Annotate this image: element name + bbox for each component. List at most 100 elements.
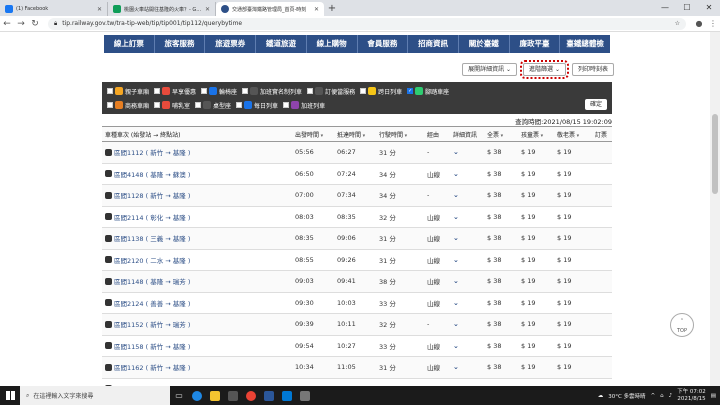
train-cell[interactable]: 區間1138 ( 三義 → 基隆 ) xyxy=(102,227,292,250)
menu-item-travel-tickets[interactable]: 旅遊票券 xyxy=(205,35,257,53)
train-link[interactable]: 區間1148 ( 基隆 → 瑞芳 ) xyxy=(105,276,292,286)
file-explorer-icon[interactable] xyxy=(206,386,224,405)
minimize-button[interactable]: — xyxy=(654,0,676,16)
chevron-down-icon[interactable]: ⌄ xyxy=(453,342,459,350)
col-departure[interactable]: 出發時間 xyxy=(292,126,334,142)
checkbox[interactable] xyxy=(107,88,113,94)
weather-text[interactable]: 30°C 多雲時晴 xyxy=(608,392,645,400)
train-cell[interactable]: 區間1158 ( 新竹 → 基隆 ) xyxy=(102,335,292,357)
chevron-down-icon[interactable]: ⌄ xyxy=(453,256,459,264)
train-cell[interactable]: 區間2120 ( 二水 → 基隆 ) xyxy=(102,249,292,271)
col-child-fare[interactable]: 孩童票 xyxy=(518,126,554,142)
filter-bicycle[interactable]: 腳踏車座 xyxy=(407,87,449,96)
confirm-button[interactable]: 確定 xyxy=(584,99,607,110)
expand-details-button[interactable]: 展開詳細資訊 ⌄ xyxy=(462,63,518,76)
chevron-down-icon[interactable]: ⌄ xyxy=(453,320,459,328)
filter-early-bird[interactable]: 早享優惠 xyxy=(154,87,196,96)
filter-daily[interactable]: 每日列車 xyxy=(236,101,278,110)
menu-item-review[interactable]: 臺鐵總體檢 xyxy=(560,35,610,53)
train-cell[interactable]: 區間1148 ( 基隆 → 瑞芳 ) xyxy=(102,270,292,293)
train-cell[interactable]: 區間1162 ( 新竹 → 基隆 ) xyxy=(102,356,292,379)
checkbox[interactable] xyxy=(236,102,243,108)
chevron-down-icon[interactable]: ⌄ xyxy=(453,213,459,221)
filter-family-car[interactable]: 親子車廂 xyxy=(107,87,149,96)
new-tab-button[interactable]: + xyxy=(324,2,340,16)
chevron-down-icon[interactable]: ⌄ xyxy=(453,148,459,156)
tray-arrow-icon[interactable]: ^ xyxy=(651,393,656,399)
menu-item-member[interactable]: 會員服務 xyxy=(358,35,409,53)
col-senior-fare[interactable]: 敬老票 xyxy=(554,126,592,142)
clock[interactable]: 下午 07:02 2021/8/15 xyxy=(677,389,706,403)
train-link[interactable]: 區間2114 ( 彰化 → 基隆 ) xyxy=(105,212,292,222)
address-bar[interactable]: 🔒︎ tip.railway.gov.tw/tra-tip-web/tip/ti… xyxy=(48,17,686,30)
menu-item-about[interactable]: 關於臺鐵 xyxy=(459,35,510,53)
advanced-filter-button[interactable]: 進階篩選 ⌄ xyxy=(520,60,569,79)
notification-icon[interactable]: ▤ xyxy=(711,393,716,399)
start-button[interactable] xyxy=(0,386,20,405)
train-link[interactable]: 區間4148 ( 基隆 → 蘇澳 ) xyxy=(105,169,292,179)
checkbox[interactable] xyxy=(242,88,249,94)
menu-item-rail-travel[interactable]: 鐵道旅遊 xyxy=(256,35,307,53)
store-icon[interactable] xyxy=(224,386,242,405)
chevron-down-icon[interactable]: ⌄ xyxy=(453,234,459,242)
app-icon[interactable] xyxy=(296,386,314,405)
train-link[interactable]: 區間1138 ( 三義 → 基隆 ) xyxy=(105,233,292,243)
edge-icon[interactable] xyxy=(188,386,206,405)
chevron-down-icon[interactable]: ⌄ xyxy=(453,363,459,371)
filter-extra-train[interactable]: 加班列車 xyxy=(283,101,325,110)
filter-table-seat[interactable]: 桌型座 xyxy=(195,101,231,110)
train-cell[interactable]: 區間1112 ( 新竹 → 基隆 ) xyxy=(102,141,292,164)
scrollbar-thumb[interactable] xyxy=(712,114,718,194)
print-timetable-button[interactable]: 列印時刻表 xyxy=(571,63,614,76)
menu-item-online-shop[interactable]: 線上購物 xyxy=(307,35,358,53)
train-cell[interactable]: 區間1168 ( 新竹 → 基隆 ) xyxy=(102,378,292,386)
filter-realname-extra[interactable]: 加班實名制列車 xyxy=(242,87,302,96)
reload-icon[interactable]: ↻ xyxy=(28,19,42,29)
chevron-down-icon[interactable]: ⌄ xyxy=(453,299,459,307)
chrome-icon[interactable] xyxy=(242,386,260,405)
task-view-icon[interactable]: ▭ xyxy=(170,386,188,405)
mail-icon[interactable] xyxy=(278,386,296,405)
browser-tab-facebook[interactable]: (1) Facebook ✕ xyxy=(0,2,108,16)
checkbox[interactable] xyxy=(154,88,161,94)
train-link[interactable]: 區間1158 ( 新竹 → 基隆 ) xyxy=(105,341,292,351)
page-scrollbar[interactable] xyxy=(710,32,720,386)
train-link[interactable]: 區間2124 ( 善善 → 基隆 ) xyxy=(105,298,292,308)
close-window-button[interactable]: ✕ xyxy=(698,0,720,16)
star-icon[interactable]: ☆ xyxy=(675,20,680,27)
train-link[interactable]: 區間2120 ( 二水 → 基隆 ) xyxy=(105,255,292,265)
checkbox[interactable] xyxy=(283,102,290,108)
train-link[interactable]: 區間1128 ( 新竹 → 基隆 ) xyxy=(105,190,292,200)
checkbox-checked[interactable] xyxy=(407,88,414,94)
word-icon[interactable] xyxy=(260,386,278,405)
chevron-down-icon[interactable]: ⌄ xyxy=(453,170,459,178)
close-tab-icon[interactable]: ✕ xyxy=(314,6,319,13)
filter-overnight[interactable]: 跨日列車 xyxy=(360,87,402,96)
train-cell[interactable]: 區間1128 ( 新竹 → 基隆 ) xyxy=(102,184,292,207)
checkbox[interactable] xyxy=(307,88,314,94)
volume-icon[interactable]: ♪ xyxy=(669,393,673,399)
train-cell[interactable]: 區間2124 ( 善善 → 基隆 ) xyxy=(102,292,292,314)
menu-item-online-booking[interactable]: 線上訂票 xyxy=(104,35,155,53)
filter-nursing-room[interactable]: 哺乳室 xyxy=(154,101,190,110)
train-cell[interactable]: 區間2114 ( 彰化 → 基隆 ) xyxy=(102,206,292,228)
checkbox[interactable] xyxy=(107,102,113,108)
back-arrow-icon[interactable]: ← xyxy=(0,19,14,29)
filter-bento[interactable]: 訂便當服務 xyxy=(307,87,355,96)
maximize-button[interactable]: ☐ xyxy=(676,0,698,16)
checkbox[interactable] xyxy=(201,88,208,94)
col-duration[interactable]: 行駛時間 xyxy=(376,126,424,142)
chevron-down-icon[interactable]: ⌄ xyxy=(453,191,459,199)
profile-icon[interactable]: ● xyxy=(692,19,706,28)
network-icon[interactable]: ⌂ xyxy=(660,393,664,399)
forward-arrow-icon[interactable]: → xyxy=(14,19,28,29)
menu-item-integrity[interactable]: 廉政平臺 xyxy=(510,35,561,53)
col-full-fare[interactable]: 全票 xyxy=(484,126,518,142)
taskbar-search[interactable]: ⌕ 在這裡輸入文字來搜尋 xyxy=(20,386,170,405)
train-cell[interactable]: 區間1152 ( 新竹 → 瑞芳 ) xyxy=(102,313,292,336)
checkbox[interactable] xyxy=(154,102,161,108)
chevron-down-icon[interactable]: ⌄ xyxy=(453,277,459,285)
close-tab-icon[interactable]: ✕ xyxy=(97,6,102,13)
checkbox[interactable] xyxy=(195,102,202,108)
menu-item-business[interactable]: 招商資訊 xyxy=(408,35,459,53)
